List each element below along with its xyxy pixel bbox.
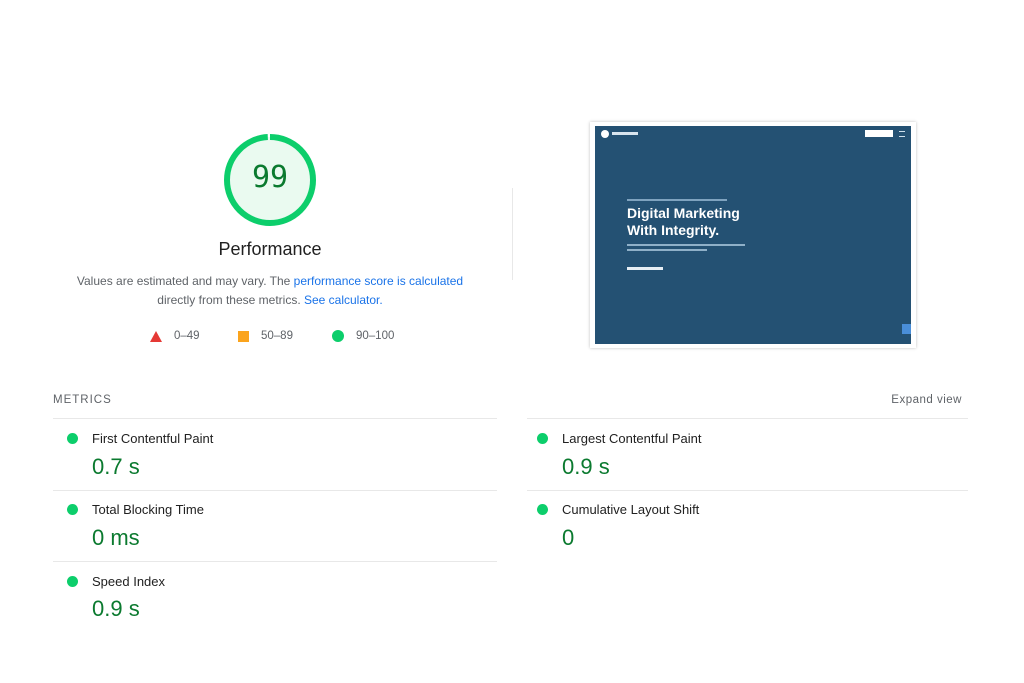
pass-status-icon: [67, 504, 78, 515]
site-eyebrow: [627, 199, 727, 201]
circle-icon: [332, 330, 344, 342]
section-divider: [512, 188, 513, 280]
metrics-divider: [53, 490, 497, 491]
description-text-2: directly from these metrics.: [157, 293, 304, 307]
chat-widget-icon: [902, 324, 911, 334]
metrics-divider: [53, 561, 497, 562]
site-headline: Digital Marketing With Integrity.: [627, 205, 740, 239]
site-subtext-line: [627, 244, 745, 246]
legend-pass-range: 90–100: [356, 330, 395, 342]
metric-name: First Contentful Paint: [92, 431, 214, 446]
legend-pass: 90–100: [332, 327, 394, 345]
score-description: Values are estimated and may vary. The p…: [60, 272, 480, 310]
legend-average: 50–89: [238, 327, 293, 345]
metrics-divider: [527, 490, 968, 491]
description-text-1: Values are estimated and may vary. The: [76, 274, 294, 288]
site-cta: [627, 267, 663, 270]
metric-name: Largest Contentful Paint: [562, 431, 702, 446]
triangle-icon: [150, 330, 162, 342]
metric-value: 0 ms: [92, 525, 140, 550]
metrics-divider: [53, 418, 497, 419]
site-brand: [612, 132, 638, 135]
menu-icon: [899, 131, 905, 137]
legend-average-range: 50–89: [261, 330, 293, 342]
see-calculator-link[interactable]: See calculator.: [304, 293, 383, 307]
metrics-heading: METRICS: [53, 394, 112, 406]
metric-value: 0.7 s: [92, 454, 140, 479]
metric-value: 0.9 s: [562, 454, 610, 479]
expand-view-toggle[interactable]: Expand view: [880, 394, 962, 406]
pass-status-icon: [537, 504, 548, 515]
site-headline-line-1: Digital Marketing: [627, 205, 740, 221]
site-headline-line-2: With Integrity.: [627, 222, 720, 238]
metric-value: 0: [562, 525, 575, 550]
performance-title: Performance: [218, 239, 322, 259]
site-header-button: [865, 130, 893, 137]
legend-fail-range: 0–49: [174, 330, 200, 342]
pass-status-icon: [67, 433, 78, 444]
site-logo-icon: [601, 130, 609, 138]
pass-status-icon: [537, 433, 548, 444]
final-screenshot[interactable]: Digital Marketing With Integrity.: [595, 126, 911, 344]
square-icon: [238, 330, 249, 342]
legend-fail: 0–49: [150, 327, 200, 345]
metrics-divider: [527, 418, 968, 419]
pass-status-icon: [67, 576, 78, 587]
performance-score-value: 99: [251, 160, 289, 195]
metric-name: Speed Index: [92, 574, 166, 589]
metric-name: Cumulative Layout Shift: [562, 502, 700, 517]
metric-value: 0.9 s: [92, 596, 140, 621]
performance-score-link[interactable]: performance score is calculated: [294, 274, 463, 288]
site-subtext-line: [627, 249, 707, 251]
metric-name: Total Blocking Time: [92, 502, 204, 517]
